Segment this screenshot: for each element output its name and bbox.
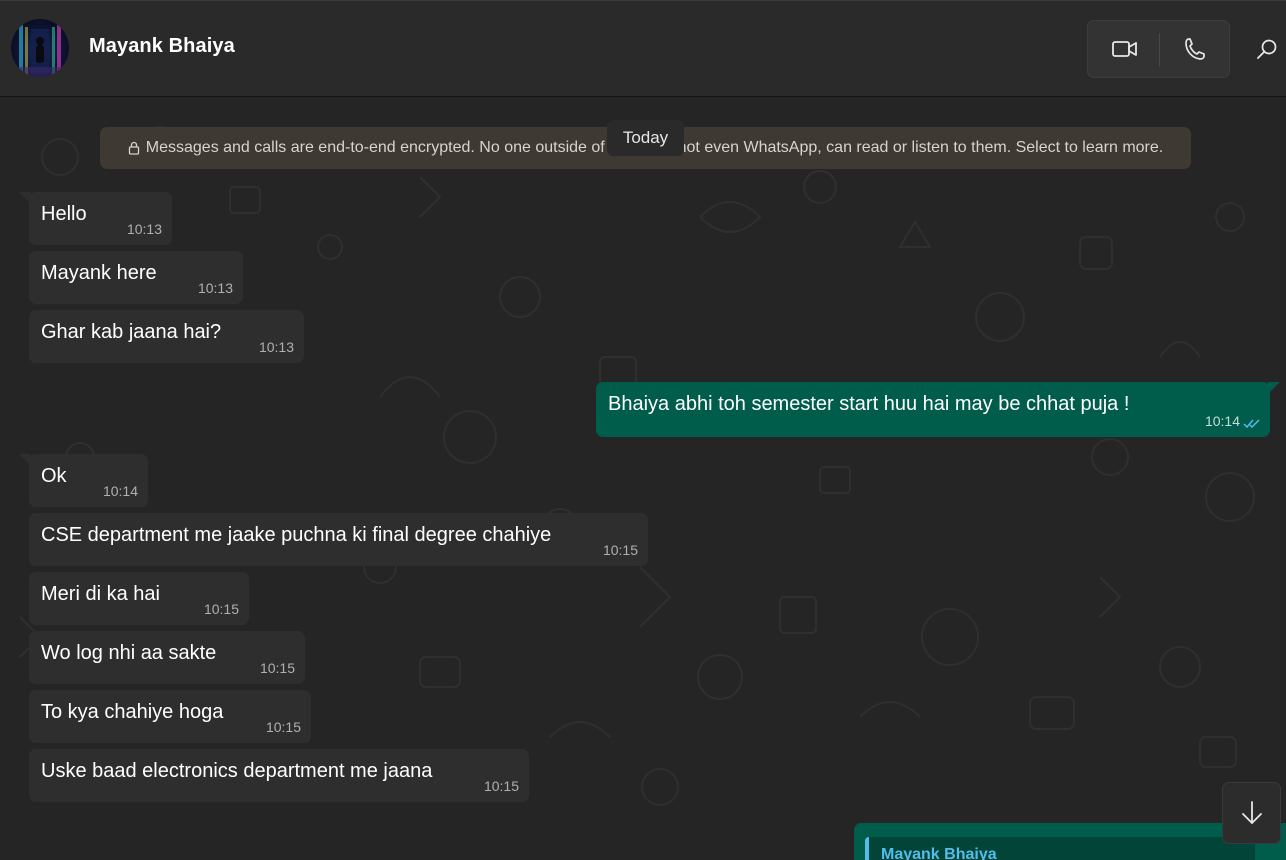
doodle-wallpaper (19, 126, 1255, 806)
message-text: Hello (41, 203, 87, 225)
message-time: 10:15 (602, 542, 638, 558)
message-time: 10:15 (203, 601, 239, 617)
contact-name[interactable]: Mayank Bhaiya (89, 35, 235, 58)
date-separator: Today (607, 120, 684, 156)
message-time: 10:15 (265, 719, 301, 735)
quoted-message[interactable]: Mayank Bhaiya (865, 837, 1255, 860)
quoted-author: Mayank Bhaiya (881, 846, 997, 860)
video-call-icon (1112, 41, 1137, 57)
message-text: Meri di ka hai (41, 583, 160, 605)
message-text: Ghar kab jaana hai? (41, 321, 222, 343)
message-bubble[interactable]: Wo log nhi aa sakte 10:15 (29, 631, 305, 684)
message-text: Uske baad electronics department me jaan… (41, 760, 433, 782)
chat-header: Mayank Bhaiya (0, 0, 1286, 97)
message-bubble[interactable]: Mayank here 10:13 (29, 251, 243, 304)
divider (1159, 33, 1160, 67)
search-button[interactable] (1250, 31, 1284, 67)
voice-call-button[interactable] (1172, 29, 1218, 69)
whatsapp-chat-window: Mayank Bhaiya Messages and calls are end… (0, 0, 1286, 860)
message-bubble[interactable]: Meri di ka hai 10:15 (29, 572, 249, 625)
message-time: 10:13 (126, 221, 162, 237)
bubble-tail (1268, 382, 1280, 394)
message-text: Bhaiya abhi toh semester start huu hai m… (608, 393, 1130, 415)
video-call-button[interactable] (1102, 29, 1148, 69)
message-text: Mayank here (41, 262, 157, 284)
message-time: 10:14 (102, 483, 138, 499)
voice-call-icon (1185, 38, 1205, 60)
message-text: Wo log nhi aa sakte (41, 642, 217, 664)
message-bubble[interactable]: CSE department me jaake puchna ki final … (29, 513, 648, 566)
message-text: To kya chahiye hoga (41, 701, 224, 723)
scroll-to-bottom-button[interactable] (1222, 782, 1281, 844)
avatar-image (11, 25, 69, 77)
message-bubble[interactable]: Ghar kab jaana hai? 10:13 (29, 310, 304, 363)
message-list[interactable]: Messages and calls are end-to-end encryp… (0, 97, 1286, 860)
lock-icon (128, 141, 139, 155)
call-buttons-group (1087, 20, 1230, 78)
message-time: 10:15 (483, 778, 519, 794)
message-text: Ok (41, 465, 67, 487)
message-time: 10:14 (1204, 413, 1240, 429)
arrow-down-icon (1241, 801, 1262, 824)
message-time: 10:15 (259, 660, 295, 676)
read-receipt-icon (1243, 419, 1260, 429)
message-bubble[interactable]: Hello 10:13 (29, 192, 172, 245)
search-icon (1257, 39, 1277, 59)
message-bubble[interactable]: To kya chahiye hoga 10:15 (29, 690, 311, 743)
message-bubble[interactable]: Ok 10:14 (29, 454, 148, 507)
message-bubble-outgoing[interactable]: Bhaiya abhi toh semester start huu hai m… (596, 382, 1270, 437)
message-time: 10:13 (197, 280, 233, 296)
message-time: 10:13 (258, 339, 294, 355)
message-text: CSE department me jaake puchna ki final … (41, 524, 552, 546)
message-bubble[interactable]: Uske baad electronics department me jaan… (29, 749, 529, 802)
avatar[interactable] (11, 19, 69, 77)
